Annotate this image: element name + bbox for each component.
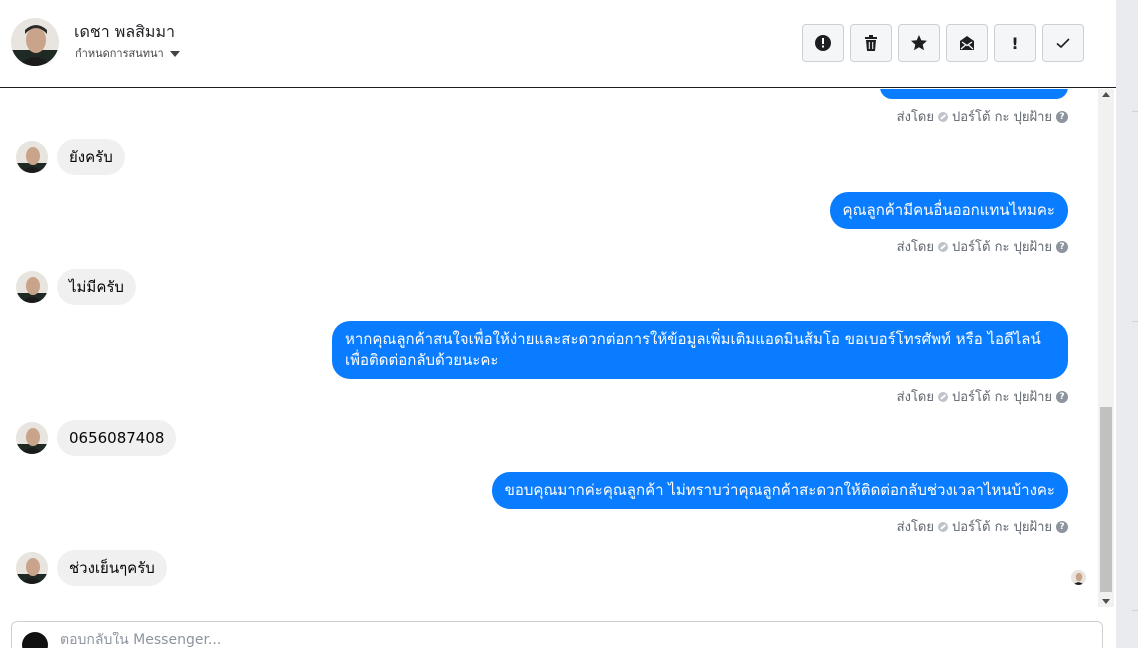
sent-by-label: ส่งโดย bbox=[896, 240, 934, 255]
sender-status-icon bbox=[938, 111, 948, 122]
sender-name[interactable]: ปอร์โต้ กะ ปุยฝ้าย bbox=[952, 106, 1052, 127]
trash-icon bbox=[865, 35, 877, 51]
contact-name[interactable]: เดชา พลสิมมา bbox=[74, 20, 175, 45]
caret-down-icon bbox=[169, 50, 180, 57]
outgoing-message[interactable]: ขอบคุณมากค่ะคุณลูกค้า ไม่ทราบว่าคุณลูกค้… bbox=[491, 472, 1068, 509]
outgoing-message[interactable]: หากคุณลูกค้าสนใจเพื่อให้ง่ายและสะดวกต่อก… bbox=[332, 321, 1068, 379]
message-bubble[interactable]: ช่วงเย็นๆครับ bbox=[57, 550, 167, 586]
outgoing-message[interactable]: คุณลูกค้ามีคนอื่นออกแทนไหมคะ bbox=[829, 192, 1068, 229]
page-logo-icon bbox=[22, 632, 48, 648]
contact-avatar[interactable] bbox=[16, 552, 48, 584]
help-icon[interactable]: ? bbox=[1056, 390, 1068, 403]
message-bubble[interactable]: ไม่มีครับ bbox=[57, 269, 136, 305]
exclamation-icon: ! bbox=[1011, 33, 1019, 53]
sent-by-label: ส่งโดย bbox=[896, 110, 934, 125]
incoming-message: ช่วงเย็นๆครับ bbox=[16, 550, 167, 586]
mark-spam-button[interactable] bbox=[802, 24, 844, 62]
follow-up-button[interactable]: ! bbox=[994, 24, 1036, 62]
contact-avatar[interactable] bbox=[16, 271, 48, 303]
contact-avatar[interactable] bbox=[11, 18, 59, 66]
message-bubble[interactable]: ยังครับ bbox=[57, 139, 125, 175]
star-button[interactable] bbox=[898, 24, 940, 62]
sender-name[interactable]: ปอร์โต้ กะ ปุยฝ้าย bbox=[952, 386, 1052, 407]
scroll-down-arrow-icon[interactable] bbox=[1102, 599, 1110, 604]
scroll-thumb[interactable] bbox=[1100, 407, 1112, 592]
divider bbox=[1132, 111, 1138, 112]
mark-unread-button[interactable] bbox=[946, 24, 988, 62]
seen-indicator-avatar bbox=[1071, 570, 1086, 585]
sender-status-icon bbox=[938, 391, 948, 402]
sent-by-label: ส่งโดย bbox=[896, 520, 934, 535]
thread-scrollbar[interactable] bbox=[1098, 89, 1114, 607]
mail-icon bbox=[960, 36, 974, 50]
help-icon[interactable]: ? bbox=[1056, 110, 1068, 123]
sent-by-line: ส่งโดย ปอร์โต้ กะ ปุยฝ้าย ? bbox=[897, 516, 1068, 537]
delete-button[interactable] bbox=[850, 24, 892, 62]
assign-conversation-dropdown[interactable]: กำหนดการสนทนา bbox=[75, 44, 180, 62]
message-thread[interactable]: ส่งโดย ปอร์โต้ กะ ปุยฝ้าย ? ยังครับ คุณล… bbox=[0, 89, 1098, 607]
scroll-up-arrow-icon[interactable] bbox=[1102, 92, 1110, 97]
conversation-toolbar: ! bbox=[802, 24, 1084, 62]
conversation-header: เดชา พลสิมมา กำหนดการสนทนา ! bbox=[0, 0, 1116, 88]
help-icon[interactable]: ? bbox=[1056, 520, 1068, 533]
incoming-message: ไม่มีครับ bbox=[16, 269, 136, 305]
messenger-inbox: เดชา พลสิมมา กำหนดการสนทนา ! ส่งโดย ปอร์… bbox=[0, 0, 1138, 648]
sender-name[interactable]: ปอร์โต้ กะ ปุยฝ้าย bbox=[952, 236, 1052, 257]
sender-status-icon bbox=[938, 241, 948, 252]
alert-circle-icon bbox=[815, 35, 831, 51]
contact-avatar[interactable] bbox=[16, 422, 48, 454]
reply-composer bbox=[11, 621, 1103, 648]
sent-by-label: ส่งโดย bbox=[896, 390, 934, 405]
divider bbox=[1132, 610, 1138, 611]
incoming-message: 0656087408 bbox=[16, 420, 177, 456]
sender-name[interactable]: ปอร์โต้ กะ ปุยฝ้าย bbox=[952, 516, 1052, 537]
star-icon bbox=[911, 35, 927, 51]
message-bubble[interactable]: 0656087408 bbox=[57, 420, 177, 456]
outgoing-message[interactable] bbox=[880, 89, 1068, 99]
mark-done-button[interactable] bbox=[1042, 24, 1084, 62]
assign-label: กำหนดการสนทนา bbox=[75, 47, 164, 60]
side-panel-edge bbox=[1116, 0, 1138, 648]
incoming-message: ยังครับ bbox=[16, 139, 125, 175]
check-icon bbox=[1056, 38, 1070, 49]
contact-avatar[interactable] bbox=[16, 141, 48, 173]
sender-status-icon bbox=[938, 521, 948, 532]
sent-by-line: ส่งโดย ปอร์โต้ กะ ปุยฝ้าย ? bbox=[897, 236, 1068, 257]
help-icon[interactable]: ? bbox=[1056, 240, 1068, 253]
sent-by-line: ส่งโดย ปอร์โต้ กะ ปุยฝ้าย ? bbox=[897, 386, 1068, 407]
reply-input[interactable] bbox=[60, 632, 960, 648]
divider bbox=[1132, 321, 1138, 322]
sent-by-line: ส่งโดย ปอร์โต้ กะ ปุยฝ้าย ? bbox=[897, 106, 1068, 127]
